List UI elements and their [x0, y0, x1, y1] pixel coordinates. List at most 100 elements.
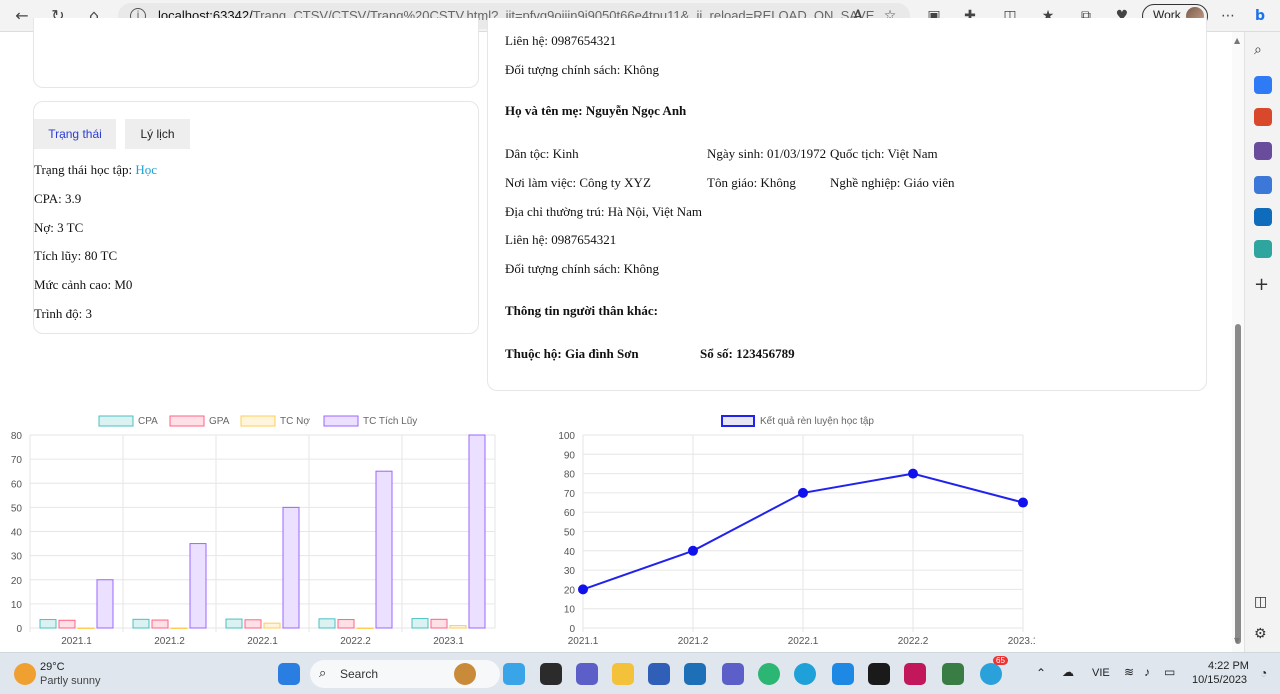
vscode-icon[interactable] [832, 663, 854, 685]
weather-text: Partly sunny [40, 675, 101, 687]
clion-icon[interactable] [868, 663, 890, 685]
cloud-icon[interactable]: ☁ [1062, 665, 1074, 679]
chat-icon[interactable] [576, 663, 598, 685]
bar-gpa [337, 619, 355, 629]
legend-label: Kết quả rèn luyện học tập [760, 415, 874, 427]
y-tick-label: 30 [564, 566, 576, 577]
store-icon[interactable] [684, 663, 706, 685]
data-point [1018, 497, 1028, 508]
bar-tc-tích-lũy [375, 470, 393, 629]
mother-title: Họ và tên mẹ: Nguyễn Ngọc Anh [505, 103, 687, 118]
chevron-up-icon[interactable]: ⌃ [1036, 666, 1046, 680]
legend-swatch [169, 415, 205, 427]
language-indicator[interactable]: VIE [1092, 667, 1110, 679]
clock-date[interactable]: 10/15/2023 [1192, 674, 1247, 686]
weather-icon[interactable] [14, 663, 36, 685]
line-chart: 0 10 20 30 40 50 60 70 80 90 100 2021.1 2021.2 2022.1… [558, 415, 1035, 647]
notepad-icon[interactable] [942, 663, 964, 685]
outlook-icon[interactable] [1254, 208, 1272, 226]
bar-gpa [151, 619, 169, 629]
legend-label: TC Nợ [280, 416, 310, 427]
bar-gpa [58, 619, 76, 629]
copilot-icon[interactable]: b [1250, 6, 1270, 26]
x-tick-label: 2021.1 [568, 636, 599, 647]
taskbar-search-icon: ⌕ [319, 665, 327, 680]
y-tick-label: 80 [11, 431, 23, 442]
scroll-down-icon[interactable]: ▼ [1234, 636, 1240, 645]
bar-cpa [132, 618, 150, 629]
x-tick-label: 2022.1 [247, 636, 278, 647]
bar-cpa [411, 618, 429, 629]
bar-tc-tích-lũy [468, 434, 486, 629]
edge-icon[interactable] [794, 663, 816, 685]
accumulated-text: Tích lũy: 80 TC [34, 248, 118, 263]
mother-workplace: Nơi làm việc: Công ty XYZ [505, 175, 651, 190]
mother-ethnicity: Dân tộc: Kinh [505, 146, 579, 161]
y-tick-label: 100 [558, 431, 575, 442]
settings-gear-icon[interactable]: ⚙ [1254, 626, 1272, 644]
edge-sidebar: ⌕ + ◫ ⚙ [1244, 32, 1280, 652]
file-explorer-icon[interactable] [612, 663, 634, 685]
mother-contact: Liên hệ: 0987654321 [505, 232, 617, 247]
x-tick-label: 2023.1 [1008, 636, 1035, 647]
y-tick-label: 10 [564, 605, 576, 616]
copilot-preview-icon[interactable] [503, 663, 525, 685]
scroll-up-icon[interactable]: ▲ [1234, 36, 1240, 45]
teams-icon[interactable] [722, 663, 744, 685]
shopping-icon[interactable] [1254, 76, 1272, 94]
x-tick-label: 2023.1 [433, 636, 464, 647]
bar-tc-nợ [77, 627, 95, 629]
y-tick-label: 20 [564, 585, 576, 596]
y-tick-label: 50 [11, 503, 23, 514]
wifi-icon[interactable]: ≋ [1124, 665, 1134, 679]
data-point [798, 487, 808, 498]
y-tick-label: 90 [564, 450, 576, 461]
battery-icon[interactable]: ▭ [1164, 665, 1175, 679]
cpa-text: CPA: 3.9 [34, 191, 82, 206]
intellij-icon[interactable] [904, 663, 926, 685]
back-icon[interactable]: ← [10, 5, 34, 27]
task-view-icon[interactable] [540, 663, 562, 685]
bar-tc-tích-lũy [282, 506, 300, 629]
edge-dev-icon[interactable] [758, 663, 780, 685]
legend-label: CPA [138, 416, 158, 427]
microsoft365-icon[interactable] [1254, 176, 1272, 194]
windows-start-icon[interactable] [278, 663, 300, 685]
clock-time[interactable]: 4:22 PM [1208, 660, 1249, 672]
father-contact: Liên hệ: 0987654321 [505, 33, 617, 48]
games-icon[interactable] [1254, 142, 1272, 160]
search-icon[interactable]: ⌕ [1254, 42, 1272, 60]
legend-swatch [240, 415, 276, 427]
volume-icon[interactable]: ♪ [1144, 665, 1150, 679]
bar-cpa [39, 619, 57, 629]
profile-card [33, 18, 479, 88]
bar-tc-nợ [356, 627, 374, 629]
book-number: Sổ số: 123456789 [700, 346, 795, 361]
x-tick-label: 2022.1 [788, 636, 819, 647]
tab-profile[interactable]: Lý lịch [125, 119, 190, 149]
tab-status[interactable]: Trạng thái [34, 119, 116, 149]
study-status-value[interactable]: Học [135, 162, 157, 177]
bar-cpa [225, 618, 243, 629]
drop-icon[interactable] [1254, 240, 1272, 258]
y-tick-label: 80 [564, 470, 576, 481]
add-icon[interactable]: + [1254, 276, 1272, 294]
y-tick-label: 60 [564, 508, 576, 519]
x-tick-label: 2022.2 [340, 636, 371, 647]
more-icon[interactable]: ⋯ [1218, 6, 1238, 26]
legend-swatch [98, 415, 134, 427]
scroll-thumb[interactable] [1235, 324, 1241, 644]
bar-tc-tích-lũy [189, 543, 207, 629]
bar-tc-tích-lũy [96, 579, 114, 629]
quick-assist-icon[interactable] [648, 663, 670, 685]
y-tick-label: 40 [564, 547, 576, 558]
bar-gpa [244, 619, 262, 629]
y-tick-label: 0 [569, 624, 575, 635]
y-tick-label: 70 [564, 489, 576, 500]
page-scrollbar[interactable]: ▲ ▼ [1232, 32, 1244, 652]
study-status: Trạng thái học tập: Học [34, 162, 158, 177]
telegram-icon[interactable] [980, 663, 1002, 685]
tools-icon[interactable] [1254, 108, 1272, 126]
sidebar-toggle-icon[interactable]: ◫ [1254, 594, 1272, 612]
notification-bell-icon[interactable]: ◔ [1260, 666, 1267, 680]
